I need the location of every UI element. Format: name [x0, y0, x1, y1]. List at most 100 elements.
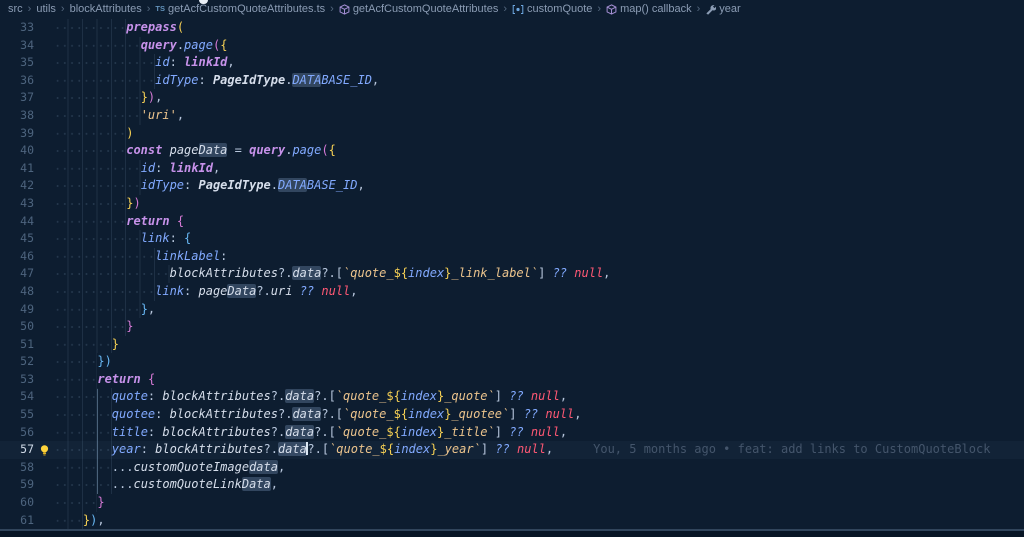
breadcrumb-item-getacfcustomquoteattributes-ts[interactable]: TSgetAcfCustomQuoteAttributes.ts	[155, 3, 325, 15]
line-number[interactable]: 59	[0, 476, 34, 494]
line-number[interactable]: 37	[0, 89, 34, 107]
code-text[interactable]: }),	[54, 512, 105, 530]
code-line-44[interactable]: 44 return {	[0, 213, 1024, 231]
line-number[interactable]: 43	[0, 195, 34, 213]
line-number[interactable]: 57	[0, 441, 34, 459]
code-line-50[interactable]: 50}	[0, 318, 1024, 336]
code-line-34[interactable]: 34 query.page({	[0, 37, 1024, 55]
code-text[interactable]: quotee: blockAttributes?.data?.[`quote_$…	[54, 406, 582, 424]
line-number[interactable]: 42	[0, 177, 34, 195]
breadcrumb-item-blockattributes[interactable]: blockAttributes	[70, 3, 142, 15]
code-text[interactable]: prepass(	[54, 19, 184, 37]
line-number[interactable]: 58	[0, 459, 34, 477]
code-text[interactable]: return {	[54, 371, 155, 389]
code-text[interactable]: link: pageData?.uri ?? null,	[54, 283, 358, 301]
code-line-39[interactable]: 39)	[0, 125, 1024, 143]
code-line-55[interactable]: 55 quotee: blockAttributes?.data?.[`quote…	[0, 406, 1024, 424]
line-number[interactable]: 54	[0, 388, 34, 406]
code-line-58[interactable]: 58 ...customQuoteImagedata,	[0, 459, 1024, 477]
code-text[interactable]: id: linkId,	[54, 160, 220, 178]
code-line-47[interactable]: 47 blockAttributes?.data?.[`quote_${index…	[0, 265, 1024, 283]
gutter-slot	[34, 107, 54, 125]
line-number[interactable]: 47	[0, 265, 34, 283]
code-line-37[interactable]: 37}),	[0, 89, 1024, 107]
code-text[interactable]: }	[54, 318, 133, 336]
line-number[interactable]: 53	[0, 371, 34, 389]
code-line-36[interactable]: 36 idType: PageIdType.DATABASE_ID,	[0, 72, 1024, 90]
breadcrumb-item-getacfcustomquoteattributes[interactable]: getAcfCustomQuoteAttributes	[339, 3, 499, 15]
line-number[interactable]: 49	[0, 301, 34, 319]
line-number[interactable]: 41	[0, 160, 34, 178]
code-text[interactable]: ...customQuoteLinkData,	[54, 476, 278, 494]
line-number[interactable]: 34	[0, 37, 34, 55]
line-number[interactable]: 60	[0, 494, 34, 512]
code-text[interactable]: blockAttributes?.data?.[`quote_${index}_…	[54, 265, 610, 283]
line-number[interactable]: 44	[0, 213, 34, 231]
code-line-54[interactable]: 54 quote: blockAttributes?.data?.[`quote_…	[0, 388, 1024, 406]
line-number[interactable]: 38	[0, 107, 34, 125]
line-number[interactable]: 39	[0, 125, 34, 143]
line-number[interactable]: 33	[0, 19, 34, 37]
line-number[interactable]: 46	[0, 248, 34, 266]
code-text[interactable]: })	[54, 195, 141, 213]
code-line-33[interactable]: 33 prepass(	[0, 19, 1024, 37]
line-number[interactable]: 36	[0, 72, 34, 90]
code-line-45[interactable]: 45 link: {	[0, 230, 1024, 248]
code-line-49[interactable]: 49},	[0, 301, 1024, 319]
code-text[interactable]: id: linkId,	[54, 54, 235, 72]
code-text[interactable]: }),	[54, 89, 162, 107]
code-text[interactable]: query.page({	[54, 37, 227, 55]
breadcrumb-item-customquote[interactable]: customQuote	[512, 3, 592, 15]
code-text[interactable]: }	[54, 336, 119, 354]
code-text[interactable]: })	[54, 353, 112, 371]
line-number[interactable]: 56	[0, 424, 34, 442]
code-line-35[interactable]: 35 id: linkId,	[0, 54, 1024, 72]
code-line-48[interactable]: 48 link: pageData?.uri ?? null,	[0, 283, 1024, 301]
breadcrumb-item-map-callback[interactable]: map() callback	[606, 3, 692, 15]
line-number[interactable]: 55	[0, 406, 34, 424]
code-text[interactable]: )	[54, 125, 133, 143]
line-number[interactable]: 50	[0, 318, 34, 336]
code-text[interactable]: const pageData = query.page({	[54, 142, 336, 160]
code-text[interactable]: }	[54, 494, 105, 512]
breadcrumb-item-year[interactable]: year	[705, 3, 740, 15]
code-text[interactable]: idType: PageIdType.DATABASE_ID,	[54, 177, 365, 195]
code-line-52[interactable]: 52})	[0, 353, 1024, 371]
gutter-slot	[34, 388, 54, 406]
line-number[interactable]: 48	[0, 283, 34, 301]
code-line-59[interactable]: 59 ...customQuoteLinkData,	[0, 476, 1024, 494]
code-text[interactable]: 'uri',	[54, 107, 184, 125]
editor[interactable]: 33 prepass( 34 query.page({ 35 id: linkId, 36 i…	[0, 19, 1024, 529]
code-text[interactable]: idType: PageIdType.DATABASE_ID,	[54, 72, 379, 90]
code-text[interactable]: link: {	[54, 230, 191, 248]
code-text[interactable]: title: blockAttributes?.data?.[`quote_${…	[54, 424, 567, 442]
code-line-60[interactable]: 60}	[0, 494, 1024, 512]
code-text[interactable]: year: blockAttributes?.data?.[`quote_${i…	[54, 441, 990, 459]
code-line-42[interactable]: 42 idType: PageIdType.DATABASE_ID,	[0, 177, 1024, 195]
breadcrumb-item-utils[interactable]: utils	[36, 3, 56, 15]
code-text[interactable]: quote: blockAttributes?.data?.[`quote_${…	[54, 388, 567, 406]
code-text[interactable]: },	[54, 301, 155, 319]
line-number[interactable]: 35	[0, 54, 34, 72]
code-line-40[interactable]: 40 const pageData = query.page({	[0, 142, 1024, 160]
code-text[interactable]: return {	[54, 213, 184, 231]
line-number[interactable]: 61	[0, 512, 34, 530]
line-number[interactable]: 45	[0, 230, 34, 248]
code-line-51[interactable]: 51}	[0, 336, 1024, 354]
code-line-53[interactable]: 53 return {	[0, 371, 1024, 389]
breadcrumb-item-src[interactable]: src	[8, 3, 23, 15]
token: `quote_	[343, 407, 394, 421]
line-number[interactable]: 52	[0, 353, 34, 371]
code-line-57[interactable]: 57 year: blockAttributes?.data?.[`quote_$…	[0, 441, 1024, 459]
code-line-46[interactable]: 46 linkLabel:	[0, 248, 1024, 266]
quick-fix-lightbulb[interactable]	[34, 441, 54, 459]
line-number[interactable]: 40	[0, 142, 34, 160]
code-text[interactable]: linkLabel:	[54, 248, 227, 266]
line-number[interactable]: 51	[0, 336, 34, 354]
code-line-38[interactable]: 38 'uri',	[0, 107, 1024, 125]
code-line-41[interactable]: 41 id: linkId,	[0, 160, 1024, 178]
code-line-56[interactable]: 56 title: blockAttributes?.data?.[`quote_…	[0, 424, 1024, 442]
code-line-43[interactable]: 43})	[0, 195, 1024, 213]
code-line-61[interactable]: 61}),	[0, 512, 1024, 530]
code-text[interactable]: ...customQuoteImagedata,	[54, 459, 285, 477]
